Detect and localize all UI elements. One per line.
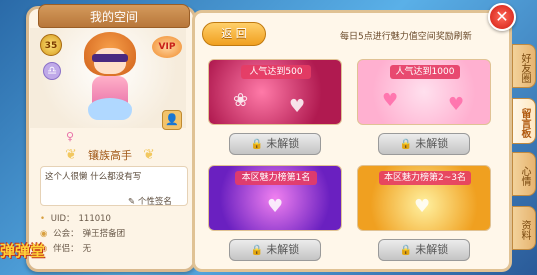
- locked-label: 未解锁: [415, 243, 449, 256]
- uid-row: • UID： 111010: [40, 212, 111, 224]
- profile-panel-title: 我的空间: [38, 4, 190, 28]
- heart-icon: ♥: [289, 96, 306, 117]
- pencil-icon: ✎: [128, 197, 136, 207]
- heart-icon: ♥: [448, 94, 465, 115]
- refresh-note: 每日5点进行魅力值空间奖励刷新: [340, 32, 472, 42]
- signature-edit-button[interactable]: ✎ 个性签名: [128, 195, 172, 207]
- avatar-skirt: [88, 98, 132, 120]
- signature-text: 这个人很懒 什么都没有写: [45, 172, 142, 182]
- uid-label: UID：: [50, 214, 75, 224]
- lock-icon: 🔒: [250, 245, 264, 256]
- guild-label: 公会：: [53, 229, 79, 239]
- reward-card-popularity-1000: 人气达到1000 ♥ ♥: [357, 59, 491, 125]
- bullet-icon: •: [40, 214, 46, 224]
- locked-button[interactable]: 🔒 未解锁: [378, 133, 470, 155]
- reward-card-popularity-500: 人气达到500 ❀ ♥: [208, 59, 342, 125]
- gender-icon: ♀: [66, 130, 75, 143]
- uid-value: 111010: [78, 214, 111, 224]
- add-friend-icon[interactable]: 👤: [162, 110, 182, 130]
- wing-right-icon: ❦: [143, 146, 155, 163]
- heart-icon: ♥: [382, 90, 399, 111]
- tab-mood[interactable]: 心情: [512, 152, 536, 196]
- rose-icon: ❀: [233, 90, 249, 111]
- level-badge: 35: [40, 34, 62, 56]
- tab-message-board[interactable]: 留言板: [512, 98, 536, 144]
- heart-icon: ♥: [267, 196, 284, 217]
- constellation-icon: ♎: [43, 62, 61, 80]
- avatar-glasses: [92, 54, 128, 62]
- vip-badge: VIP: [152, 36, 182, 58]
- heart-icon: ♥: [414, 196, 431, 217]
- wing-left-icon: ❦: [65, 146, 77, 163]
- locked-button[interactable]: 🔒 未解锁: [229, 133, 321, 155]
- reward-card-label: 人气达到1000: [390, 65, 460, 79]
- locked-button[interactable]: 🔒 未解锁: [229, 239, 321, 261]
- locked-label: 未解锁: [266, 243, 300, 256]
- guild-row: ◉ 公会： 弹王搭备团: [40, 227, 125, 239]
- avatar: [78, 32, 142, 122]
- signature-edit-label: 个性签名: [137, 197, 172, 207]
- player-title: 镶族高手: [88, 148, 132, 162]
- lock-icon: 🔒: [399, 139, 413, 150]
- tab-profile[interactable]: 资料: [512, 206, 536, 250]
- reward-card-label: 本区魅力榜第2~3名: [379, 171, 471, 185]
- space-window: 我的空间 35 ♎ VIP 👤 ♀ ❦ 镶族高手 ❦ 这个人很懒 什么都没有写 …: [0, 0, 537, 275]
- lock-icon: 🔒: [399, 245, 413, 256]
- reward-card-charm-rank-1: 本区魅力榜第1名 ♥: [208, 165, 342, 231]
- guild-value: 弹王搭备团: [82, 229, 126, 239]
- reward-card-label: 人气达到500: [241, 65, 311, 79]
- locked-label: 未解锁: [415, 137, 449, 150]
- back-button[interactable]: 返 回: [202, 22, 266, 46]
- guild-icon: ◉: [40, 229, 48, 239]
- reward-card-charm-rank-2-3: 本区魅力榜第2~3名 ♥: [357, 165, 491, 231]
- locked-button[interactable]: 🔒 未解锁: [378, 239, 470, 261]
- reward-card-label: 本区魅力榜第1名: [235, 171, 317, 185]
- close-button[interactable]: ✕: [488, 3, 516, 31]
- locked-label: 未解锁: [266, 137, 300, 150]
- partner-value: 无: [82, 244, 92, 254]
- tab-friends-circle[interactable]: 好友圈: [512, 44, 536, 88]
- title-row: ❦ 镶族高手 ❦: [36, 144, 184, 166]
- game-logo: 弹弹堂: [0, 242, 46, 260]
- lock-icon: 🔒: [250, 139, 264, 150]
